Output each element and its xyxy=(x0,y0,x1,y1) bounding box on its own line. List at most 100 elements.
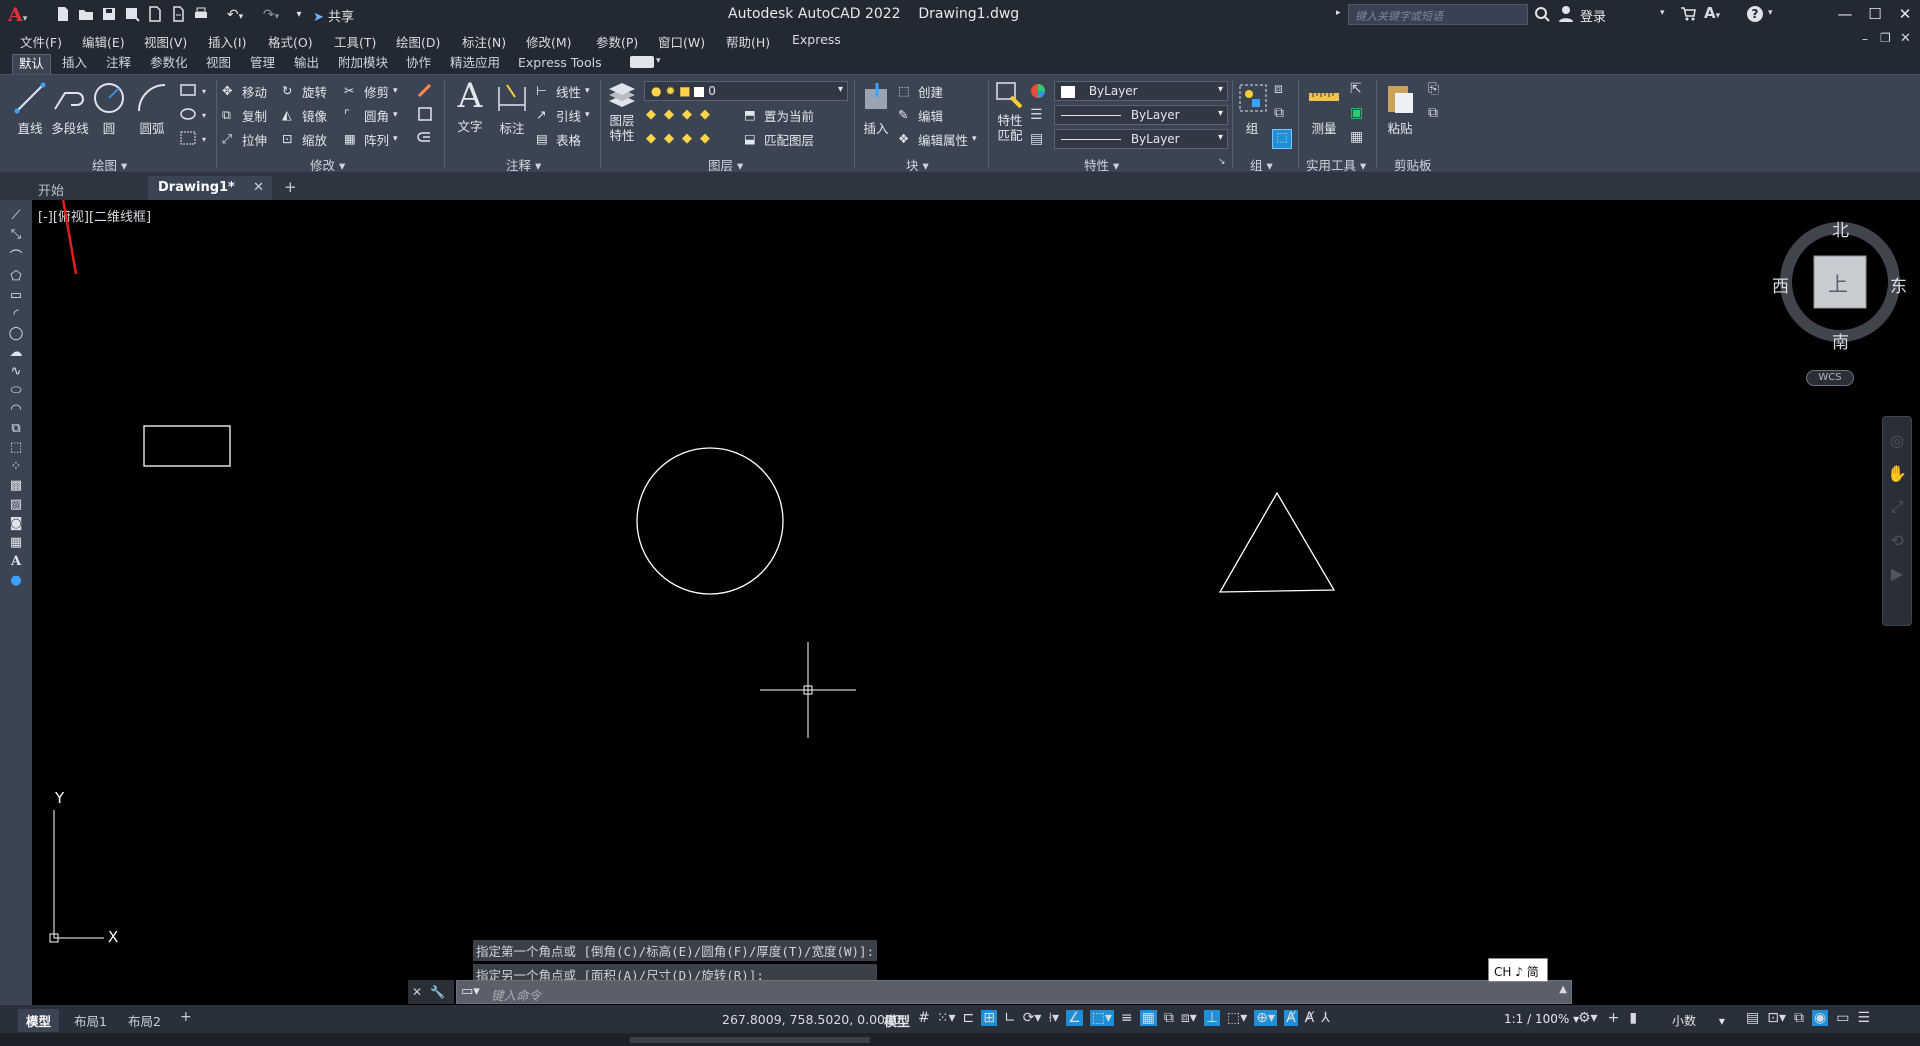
construction-line-icon[interactable]: ⤡ xyxy=(11,227,21,242)
isolate-objects-icon[interactable]: ⧉ xyxy=(1794,1010,1804,1026)
annotation-monitor-icon[interactable]: + xyxy=(1608,1010,1620,1026)
polyline-tool-icon[interactable]: ⌒ xyxy=(9,246,22,265)
3d-osnap-icon[interactable]: ⧈▾ xyxy=(1181,1010,1197,1026)
ribbon-toggle-icon[interactable] xyxy=(630,56,654,68)
doc-close-icon[interactable]: ✕ xyxy=(1900,31,1911,46)
ellipse-arc-tool-icon[interactable]: ◠ xyxy=(10,402,21,417)
autodesk-app-icon[interactable]: A▾ xyxy=(1704,4,1720,22)
search-expand-icon[interactable]: ▸ xyxy=(1336,8,1341,18)
menu-help[interactable]: 帮助(H) xyxy=(726,32,770,51)
transparency-icon[interactable]: ▦ xyxy=(1139,1010,1157,1026)
edit-attributes-button[interactable]: ❖ 编辑属性 ▾ xyxy=(898,129,977,149)
doc-minimize-icon[interactable]: – xyxy=(1862,32,1868,46)
mtext-tool-icon[interactable]: A xyxy=(11,554,21,569)
quick-properties-icon[interactable]: ▤ xyxy=(1746,1010,1759,1026)
wcs-menu[interactable]: WCS xyxy=(1806,370,1854,386)
polyline-button[interactable]: 多段线 xyxy=(50,81,90,137)
undo-icon[interactable]: ↶▾ xyxy=(220,6,250,24)
arc-tool-icon[interactable]: ◜ xyxy=(13,307,18,322)
polar-icon[interactable]: ⟳▾ xyxy=(1023,1010,1042,1026)
lock-ui-icon[interactable]: ⊡▾ xyxy=(1767,1010,1786,1026)
customization-menu-icon[interactable]: ☰ xyxy=(1857,1010,1870,1026)
add-layout-icon[interactable]: + xyxy=(180,1009,192,1025)
match-layer-button[interactable]: ⬓ 匹配图层 xyxy=(744,129,814,149)
make-block-tool-icon[interactable]: ⬚ xyxy=(10,440,22,455)
close-icon[interactable]: ✕ xyxy=(1892,3,1918,25)
ortho-icon[interactable]: ∟ xyxy=(1004,1010,1016,1026)
insert-block-tool-icon[interactable]: ⧉ xyxy=(11,421,20,436)
units-icon[interactable]: ▮ xyxy=(1629,1010,1637,1026)
calculator-icon[interactable]: ▦ xyxy=(1350,129,1363,145)
ungroup-icon[interactable]: ⧈ xyxy=(1274,81,1283,97)
layer-properties-button[interactable]: 图层 特性 xyxy=(604,79,640,143)
tab-view[interactable]: 视图 xyxy=(200,54,237,74)
line-tool-icon[interactable]: ⟋ xyxy=(11,208,20,223)
menu-window[interactable]: 窗口(W) xyxy=(658,32,705,51)
viewcube[interactable]: 北 南 东 西 上 xyxy=(1770,210,1910,353)
horizontal-scrollbar[interactable] xyxy=(630,1037,870,1043)
properties-launcher-icon[interactable]: ↘ xyxy=(1218,157,1226,167)
doc-restore-icon[interactable]: ❐ xyxy=(1880,31,1891,45)
search-icon[interactable] xyxy=(1534,6,1550,25)
quick-select-icon[interactable]: ⇱ xyxy=(1350,81,1362,97)
tab-insert[interactable]: 插入 xyxy=(56,54,93,74)
compass-south-label[interactable]: 南 xyxy=(1832,328,1849,353)
compass-north-label[interactable]: 北 xyxy=(1832,216,1849,241)
circle-button[interactable]: 圆 xyxy=(92,81,126,137)
tab-annotate[interactable]: 注释 xyxy=(100,54,137,74)
color-dropdown[interactable]: ByLayer ▾ xyxy=(1054,81,1228,101)
hatch-icon[interactable]: ▾ xyxy=(180,107,210,124)
clean-screen-icon[interactable]: ▭ xyxy=(1836,1010,1849,1026)
menu-modify[interactable]: 修改(M) xyxy=(526,32,572,51)
menu-view[interactable]: 视图(V) xyxy=(144,32,187,51)
search-input[interactable]: 键入关键字或短语 xyxy=(1348,4,1528,25)
arc-button[interactable]: 圆弧 xyxy=(132,81,172,137)
annotation-scale-icon[interactable]: ⅄ xyxy=(1321,1010,1330,1026)
save-icon[interactable] xyxy=(100,6,118,24)
stretch-button[interactable]: ⤢ 拉伸 xyxy=(222,129,267,149)
region-tool-icon[interactable]: ◙ xyxy=(10,516,23,531)
selection-cycling-icon[interactable]: ⧉ xyxy=(1164,1010,1174,1026)
rectangle-icon[interactable]: ▾ xyxy=(180,83,210,100)
user-icon[interactable] xyxy=(1558,5,1574,26)
tab-start[interactable]: 开始 xyxy=(28,176,74,200)
command-history-toggle-icon[interactable]: ▲ xyxy=(1559,984,1567,995)
open-web-icon[interactable] xyxy=(146,6,164,24)
layer-dropdown[interactable]: ● ✹ ■ 0 ▾ xyxy=(644,81,848,101)
tab-layout2[interactable]: 布局2 xyxy=(120,1009,169,1032)
customize-wrench-icon[interactable]: 🔧 xyxy=(430,985,445,999)
tab-drawing1[interactable]: Drawing1* ✕ xyxy=(148,176,272,200)
text-button[interactable]: A 文字 xyxy=(450,79,490,135)
layer-tools-row-2[interactable]: ◆◆◆◆ xyxy=(646,131,718,146)
hatch-tool-icon[interactable]: ▩ xyxy=(10,478,22,493)
array-button[interactable]: ▦ 阵列 ▾ xyxy=(344,129,398,149)
explode-icon[interactable] xyxy=(416,105,434,126)
minimize-icon[interactable]: — xyxy=(1832,3,1858,25)
tab-layout1[interactable]: 布局1 xyxy=(66,1009,115,1032)
create-block-button[interactable]: ⬚ 创建 xyxy=(898,81,943,101)
linear-button[interactable]: ⊢ 线性 ▾ xyxy=(536,81,590,101)
menu-tools[interactable]: 工具(T) xyxy=(334,32,376,51)
viewcube-top-face[interactable]: 上 xyxy=(1828,268,1848,297)
units-dropdown[interactable]: 小数 ▾ xyxy=(1672,1012,1725,1029)
menu-format[interactable]: 格式(O) xyxy=(268,32,313,51)
gizmo-icon[interactable]: ⊕▾ xyxy=(1254,1010,1278,1026)
offset-icon[interactable] xyxy=(416,129,434,150)
object-snap-icon[interactable]: ⬚▾ xyxy=(1089,1010,1114,1026)
compass-west-label[interactable]: 西 xyxy=(1772,272,1789,297)
ribbon-toggle-dropdown-icon[interactable]: ▾ xyxy=(656,56,661,66)
group-select-icon[interactable]: ⬚ xyxy=(1272,129,1292,149)
add-selected-tool-icon[interactable]: ● xyxy=(10,573,21,588)
mirror-button[interactable]: ◭ 镜像 xyxy=(282,105,327,125)
erase-icon[interactable] xyxy=(416,81,434,102)
polygon-tool-icon[interactable]: ⬠ xyxy=(10,269,21,284)
snap-icon[interactable]: ⁙▾ xyxy=(937,1010,956,1026)
compass-east-label[interactable]: 东 xyxy=(1890,272,1907,297)
workspace-gear-icon[interactable]: ⚙▾ xyxy=(1578,1010,1598,1026)
redo-icon[interactable]: ↷▾ xyxy=(256,6,286,24)
tab-default[interactable]: 默认 xyxy=(12,54,52,74)
point-tool-icon[interactable]: ⁘ xyxy=(11,459,22,474)
drawn-triangle[interactable] xyxy=(1218,491,1336,593)
menu-edit[interactable]: 编辑(E) xyxy=(82,32,125,51)
paste-button[interactable]: 粘贴 xyxy=(1380,81,1420,137)
